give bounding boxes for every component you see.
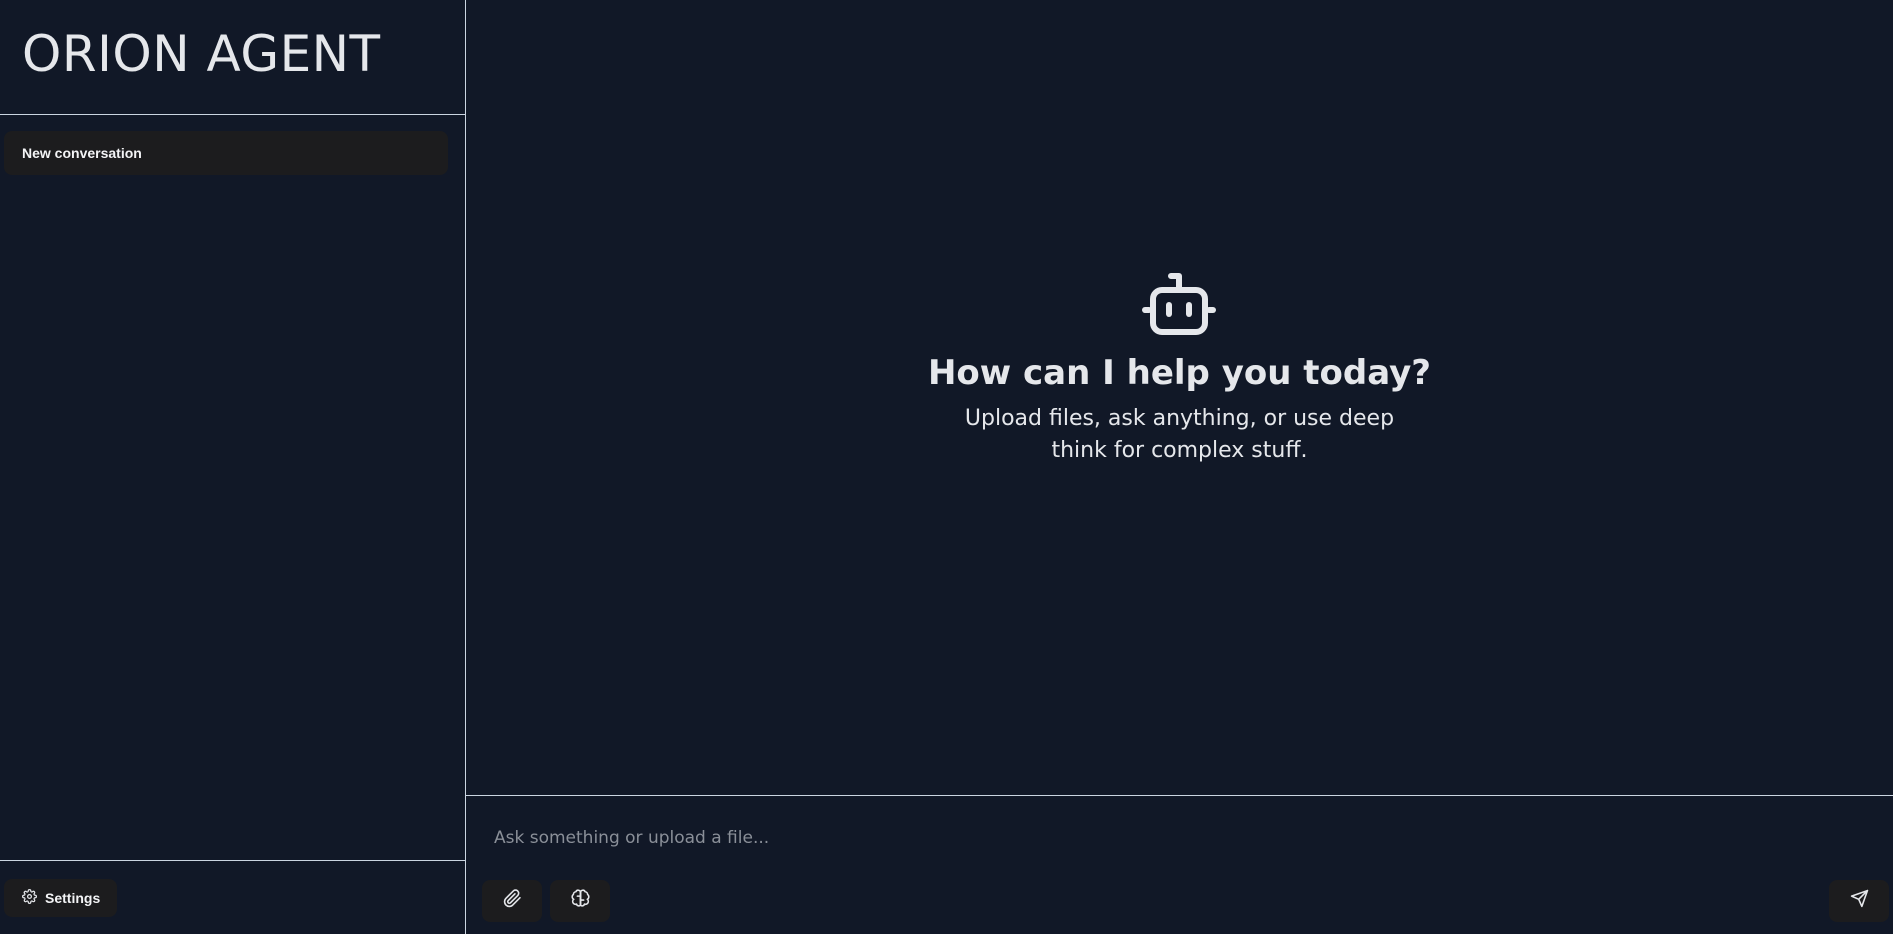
message-input[interactable] — [494, 826, 1794, 850]
gear-icon — [22, 888, 37, 907]
app-title: ORION AGENT — [22, 25, 381, 83]
paperclip-icon — [503, 889, 522, 913]
main-panel: How can I help you today? Upload files, … — [466, 0, 1893, 934]
settings-label: Settings — [45, 889, 101, 906]
sidebar: ORION AGENT New conversation Settings — [0, 0, 466, 934]
welcome-title: How can I help you today? — [927, 353, 1432, 393]
conversation-item[interactable]: New conversation — [4, 131, 448, 175]
attach-file-button[interactable] — [482, 880, 542, 922]
settings-button[interactable]: Settings — [4, 878, 117, 917]
app-window: ORION AGENT New conversation Settings Ho… — [0, 0, 1893, 934]
deep-think-button[interactable] — [550, 880, 610, 922]
brand-header: ORION AGENT — [0, 0, 465, 115]
conversation-label: New conversation — [22, 145, 142, 161]
send-button[interactable] — [1829, 880, 1889, 922]
sidebar-footer: Settings — [0, 860, 465, 934]
welcome-panel: How can I help you today? Upload files, … — [928, 272, 1431, 467]
bot-icon — [1141, 272, 1217, 353]
conversation-list: New conversation — [0, 115, 465, 860]
send-icon — [1850, 889, 1869, 913]
brain-icon — [570, 889, 590, 913]
composer — [466, 795, 1893, 934]
welcome-subtitle: Upload files, ask anything, or use deep … — [964, 406, 1395, 463]
chat-area: How can I help you today? Upload files, … — [466, 0, 1893, 795]
